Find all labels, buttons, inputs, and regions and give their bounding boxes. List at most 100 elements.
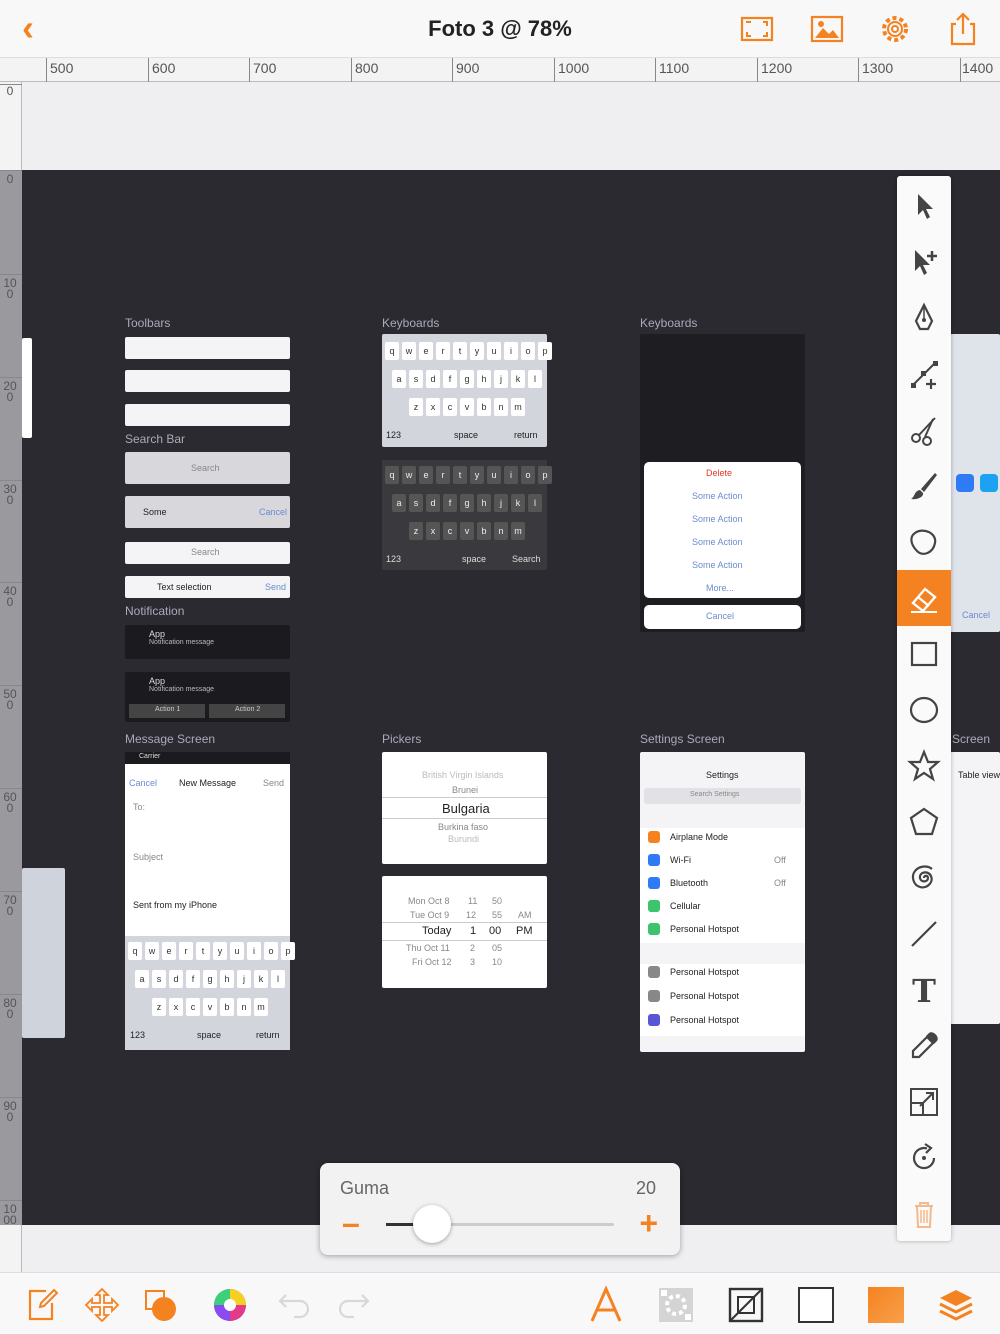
stroke-square-icon[interactable]: [796, 1285, 836, 1325]
key: e: [419, 466, 433, 484]
key: m: [511, 522, 525, 540]
layers-icon[interactable]: [936, 1285, 976, 1325]
action-sheet-screen-mock: Delete Some Action Some Action Some Acti…: [640, 334, 805, 632]
trash-icon[interactable]: [897, 1186, 951, 1242]
key: g: [460, 370, 474, 388]
key: y: [213, 942, 227, 960]
search-bar-mock: Search: [125, 542, 290, 564]
shapes-icon[interactable]: [142, 1285, 182, 1325]
redo-icon[interactable]: [334, 1285, 374, 1325]
spiral-icon[interactable]: [897, 850, 951, 906]
arrow-select-icon[interactable]: [897, 178, 951, 234]
gear-icon[interactable]: [876, 10, 914, 48]
eraser-icon[interactable]: [897, 570, 951, 626]
key-space: space: [454, 430, 479, 440]
pen-nib-icon[interactable]: [897, 290, 951, 346]
section-label-keyboards: Keyboards: [640, 316, 698, 330]
key: x: [426, 522, 440, 540]
resize-icon[interactable]: [897, 1074, 951, 1130]
tool-palette: T: [897, 176, 951, 1241]
partial-right-share-mock: Cancel: [950, 334, 1000, 632]
star-icon[interactable]: [897, 738, 951, 794]
bezier-icon[interactable]: [897, 346, 951, 402]
key: r: [436, 466, 450, 484]
hour-selected: 1: [470, 925, 477, 937]
increase-button[interactable]: +: [639, 1205, 658, 1242]
eyedropper-icon[interactable]: [897, 1018, 951, 1074]
keyboard-row: qwertyuiop: [128, 942, 295, 960]
settings-row-value: Off: [774, 878, 786, 888]
keyboard-row: asdfghjkl: [392, 370, 542, 388]
bottom-toolbar: [0, 1272, 1000, 1334]
slider-name: Guma: [340, 1178, 390, 1198]
date-picker-mock: Mon Oct 8 11 50 Tue Oct 9 12 55 AM Today…: [382, 876, 547, 988]
ruler-label: 0: [6, 172, 14, 186]
minute-option: 05: [492, 943, 503, 953]
key: a: [392, 370, 406, 388]
key: n: [237, 998, 251, 1016]
message-cancel-text: Cancel: [129, 778, 158, 788]
texture-icon[interactable]: [656, 1285, 696, 1325]
carrier-text: Carrier: [139, 753, 161, 760]
fill-square-icon[interactable]: [866, 1285, 906, 1325]
key: d: [426, 370, 440, 388]
rotate-icon[interactable]: [897, 1130, 951, 1186]
key: c: [443, 398, 457, 416]
slider-knob[interactable]: [412, 1205, 451, 1243]
color-wheel-icon[interactable]: [210, 1285, 250, 1325]
page-title: Foto 3 @ 78%: [428, 16, 572, 41]
vertical-ruler: 0 0 100 200 300 400 500 600 700 800 900 …: [0, 82, 22, 1272]
blob-shape-icon[interactable]: [897, 514, 951, 570]
ellipse-icon[interactable]: [897, 682, 951, 738]
key: q: [385, 342, 399, 360]
ampm-option: AM: [518, 910, 532, 920]
key: k: [511, 370, 525, 388]
rectangle-icon[interactable]: [897, 626, 951, 682]
document-edit-icon[interactable]: [22, 1285, 62, 1325]
key: p: [538, 466, 552, 484]
top-bar: ‹ Foto 3 @ 78%: [0, 0, 1000, 58]
fit-screen-icon[interactable]: [738, 10, 776, 48]
key: e: [162, 942, 176, 960]
key: i: [504, 466, 518, 484]
image-icon[interactable]: [808, 10, 846, 48]
settings-row-icon: [648, 900, 660, 912]
notification-action2-text: Action 2: [235, 706, 261, 713]
key: d: [169, 970, 183, 988]
key: b: [220, 998, 234, 1016]
key: o: [521, 342, 535, 360]
scissors-icon[interactable]: [897, 402, 951, 458]
message-input-mock: Text selection Send: [125, 576, 290, 598]
hour-option: 3: [470, 957, 476, 967]
undo-icon[interactable]: [274, 1285, 314, 1325]
action-delete-text: Delete: [706, 468, 733, 478]
key: a: [392, 494, 406, 512]
key: d: [426, 494, 440, 512]
toolbar-mock: [125, 337, 290, 359]
add-select-icon[interactable]: [897, 234, 951, 290]
hour-option: 11: [468, 896, 478, 906]
transform-icon[interactable]: [82, 1285, 122, 1325]
partial-right-table-mock: Table view: [950, 752, 1000, 1024]
text-tool-icon[interactable]: T: [897, 962, 951, 1018]
key: n: [494, 522, 508, 540]
line-icon[interactable]: [897, 906, 951, 962]
pentagon-icon[interactable]: [897, 794, 951, 850]
drawing-canvas[interactable]: Toolbars Search Bar Search Some Cancel S…: [22, 170, 1000, 1225]
ruler-label: 1000: [558, 60, 590, 76]
settings-row-label: Personal Hotspot: [670, 991, 740, 1001]
section-label-keyboards: Keyboards: [382, 316, 440, 330]
key: l: [528, 494, 542, 512]
frame-icon[interactable]: [726, 1285, 766, 1325]
brush-icon[interactable]: [897, 458, 951, 514]
notification-actions-mock: App Notification message Action 1 Action…: [125, 672, 290, 722]
share-icon[interactable]: [944, 10, 982, 48]
message-send-text: Send: [263, 778, 285, 788]
notification-message-text: Notification message: [149, 639, 214, 646]
key: p: [538, 342, 552, 360]
decrease-button[interactable]: –: [342, 1205, 360, 1242]
send-text: Send: [265, 582, 287, 592]
picker-option: Burundi: [448, 834, 480, 844]
key: k: [254, 970, 268, 988]
text-style-icon[interactable]: [586, 1285, 626, 1325]
